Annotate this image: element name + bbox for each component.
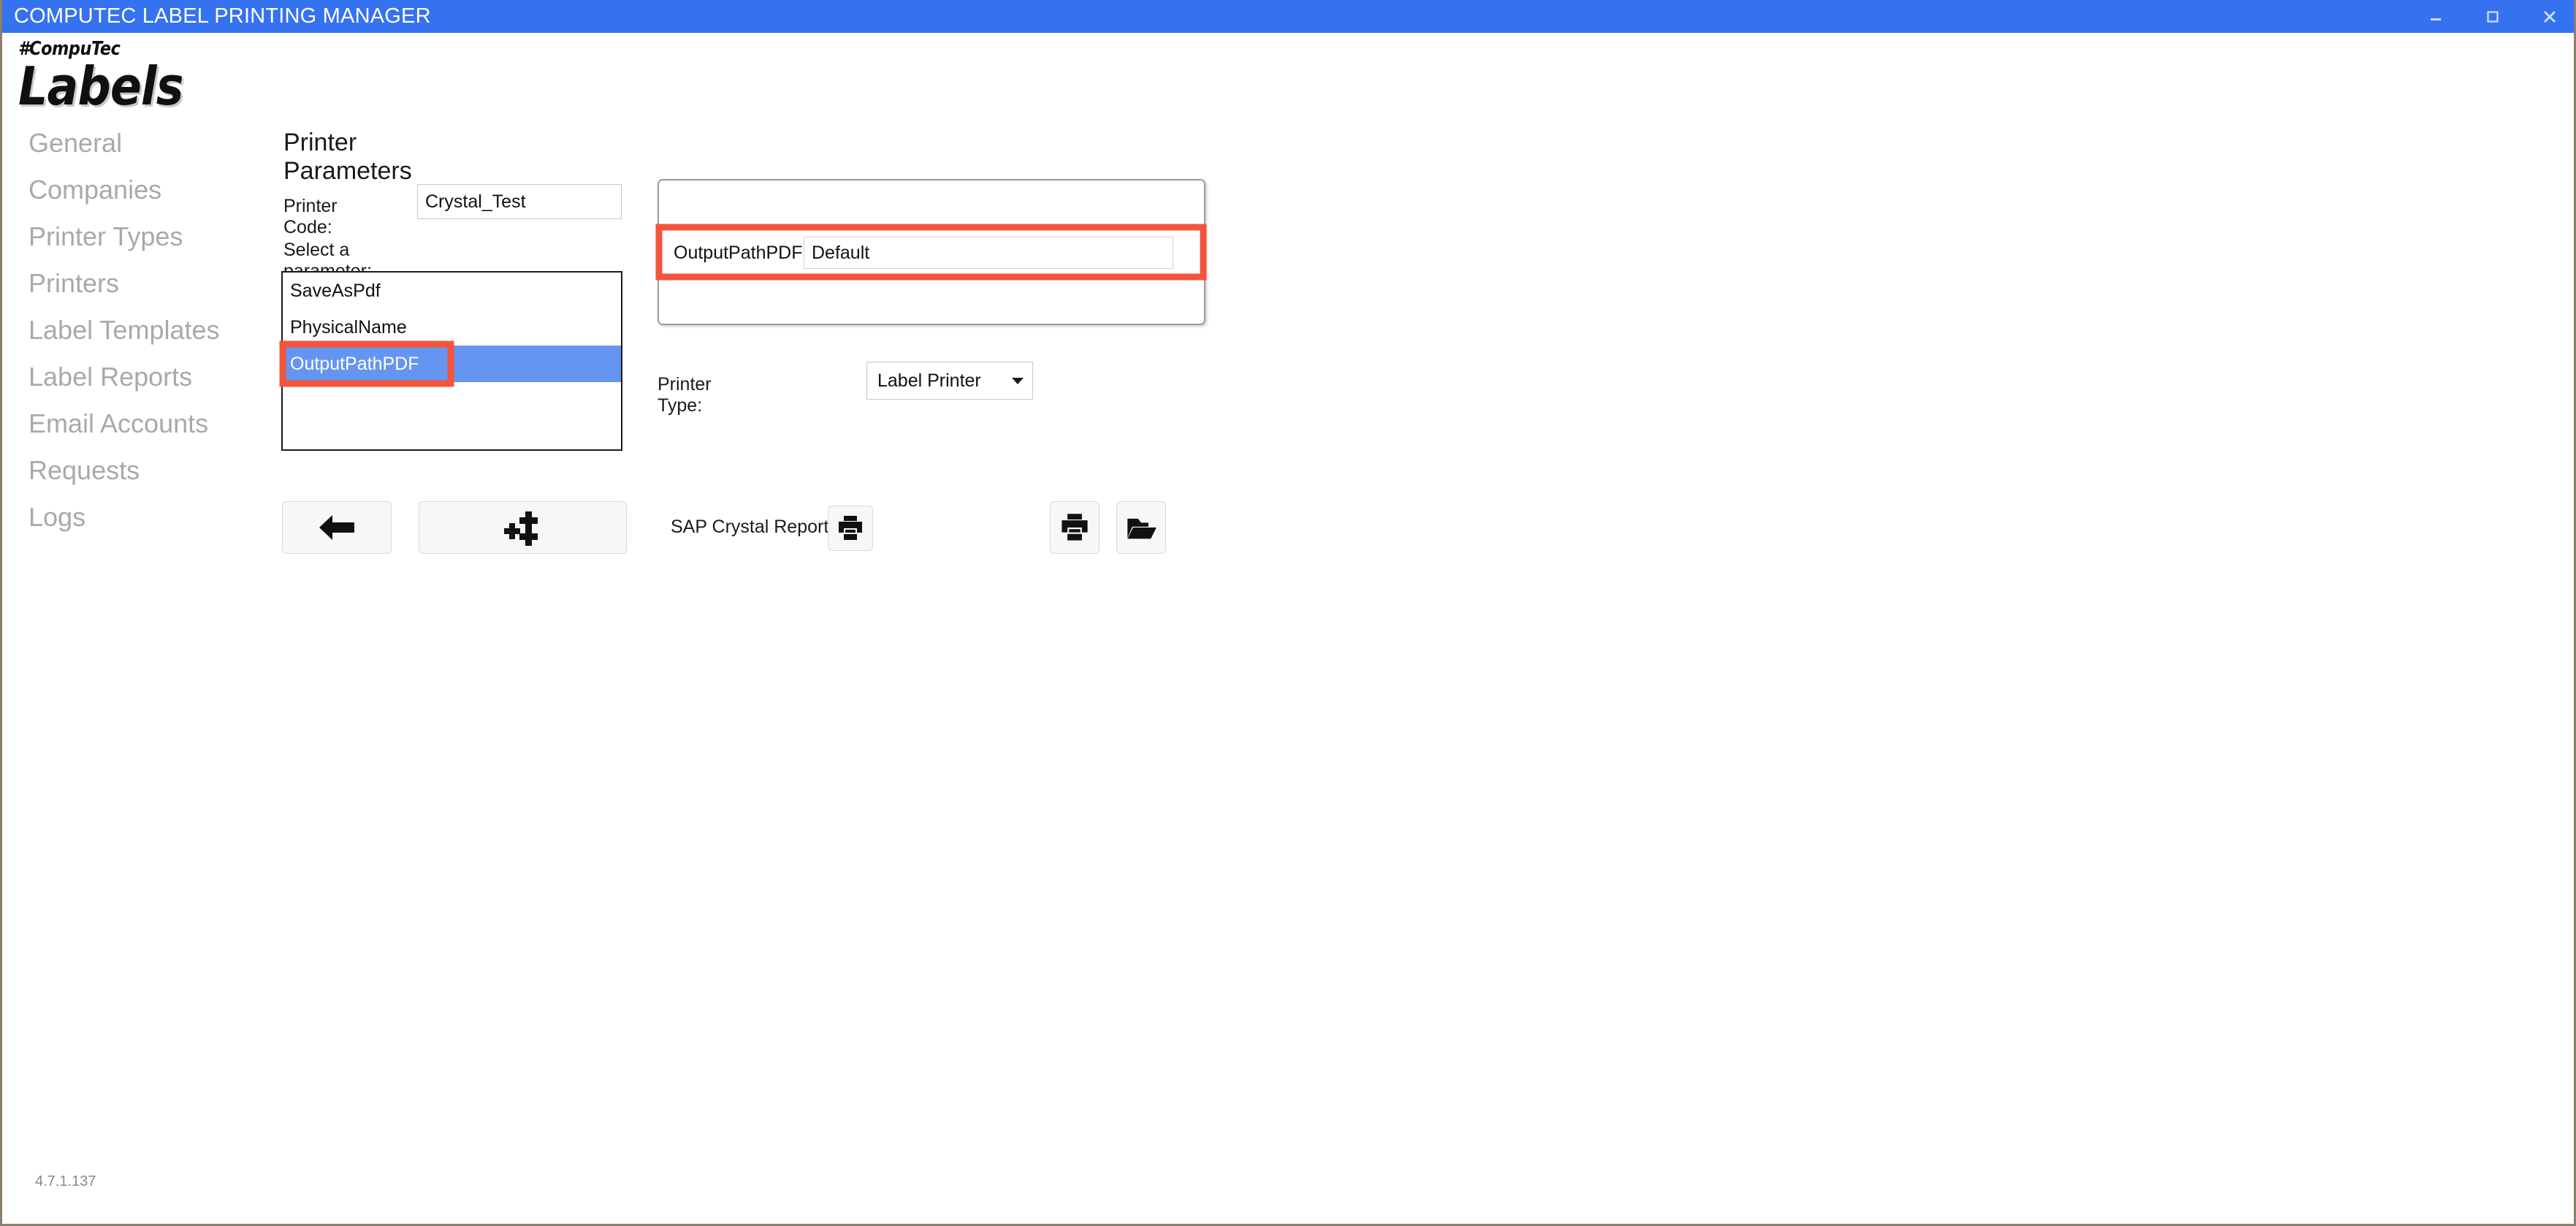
list-option-physicalname[interactable]: PhysicalName (283, 309, 621, 346)
page-title: Printer Parameters (283, 129, 412, 185)
sidebar-item-printers[interactable]: Printers (28, 270, 270, 317)
parameter-listbox[interactable]: SaveAsPdf PhysicalName OutputPathPDF (281, 271, 622, 451)
printer-type-label: Printer Type: (658, 374, 712, 416)
logo-labels-text: Labels (18, 56, 183, 117)
sidebar-item-label-reports[interactable]: Label Reports (28, 364, 270, 411)
printer-code-label: Printer Code: (283, 196, 338, 237)
printer-type-selected-value: Label Printer (877, 370, 981, 391)
printer-icon (1062, 514, 1088, 541)
open-folder-button[interactable] (1116, 501, 1166, 554)
sidebar-item-requests[interactable]: Requests (28, 457, 270, 504)
add-parameters-icon (503, 511, 538, 546)
parameter-value-row-empty-bottom (659, 277, 1204, 324)
application-window: COMPUTEC LABEL PRINTING MANAGER #CompuTe… (0, 0, 2576, 1226)
version-label: 4.7.1.137 (35, 1173, 96, 1189)
parameter-value-panel: OutputPathPDF (658, 179, 1205, 325)
parameter-value-row[interactable]: OutputPathPDF (659, 229, 1204, 277)
parameter-value-row-empty-top (659, 180, 1204, 229)
list-option-saveaspdf[interactable]: SaveAsPdf (283, 273, 621, 309)
window-title: COMPUTEC LABEL PRINTING MANAGER (14, 4, 431, 28)
list-option-outputpathpdf[interactable]: OutputPathPDF (283, 346, 621, 382)
parameter-name-label: OutputPathPDF (674, 242, 803, 263)
sap-crystal-print-button[interactable] (828, 506, 873, 551)
printer-type-select[interactable]: Label Printer (866, 362, 1033, 400)
sidebar-item-logs[interactable]: Logs (28, 504, 270, 551)
maximize-button[interactable] (2464, 0, 2521, 33)
app-logo: #CompuTec Labels (18, 39, 259, 113)
print-button[interactable] (1050, 501, 1100, 554)
printer-icon (839, 516, 862, 540)
sap-crystal-report-label: SAP Crystal Report (671, 517, 829, 537)
printer-code-input[interactable] (417, 184, 622, 219)
window-controls (2407, 0, 2574, 33)
title-bar: COMPUTEC LABEL PRINTING MANAGER (2, 0, 2574, 33)
parameter-value-input[interactable] (804, 237, 1173, 269)
sidebar-item-label-templates[interactable]: Label Templates (28, 317, 270, 364)
close-button[interactable] (2521, 0, 2574, 33)
minimize-button[interactable] (2407, 0, 2464, 33)
sidebar-item-companies[interactable]: Companies (28, 177, 270, 224)
sidebar-item-printer-types[interactable]: Printer Types (28, 224, 270, 270)
add-parameters-button[interactable] (419, 501, 627, 554)
back-arrow-icon (319, 515, 354, 540)
chevron-down-icon (1003, 376, 1032, 386)
open-folder-icon (1127, 518, 1156, 539)
back-button[interactable] (282, 501, 392, 554)
sidebar-item-email-accounts[interactable]: Email Accounts (28, 411, 270, 457)
sidebar-navigation: General Companies Printer Types Printers… (28, 130, 270, 551)
sidebar-item-general[interactable]: General (28, 130, 270, 177)
